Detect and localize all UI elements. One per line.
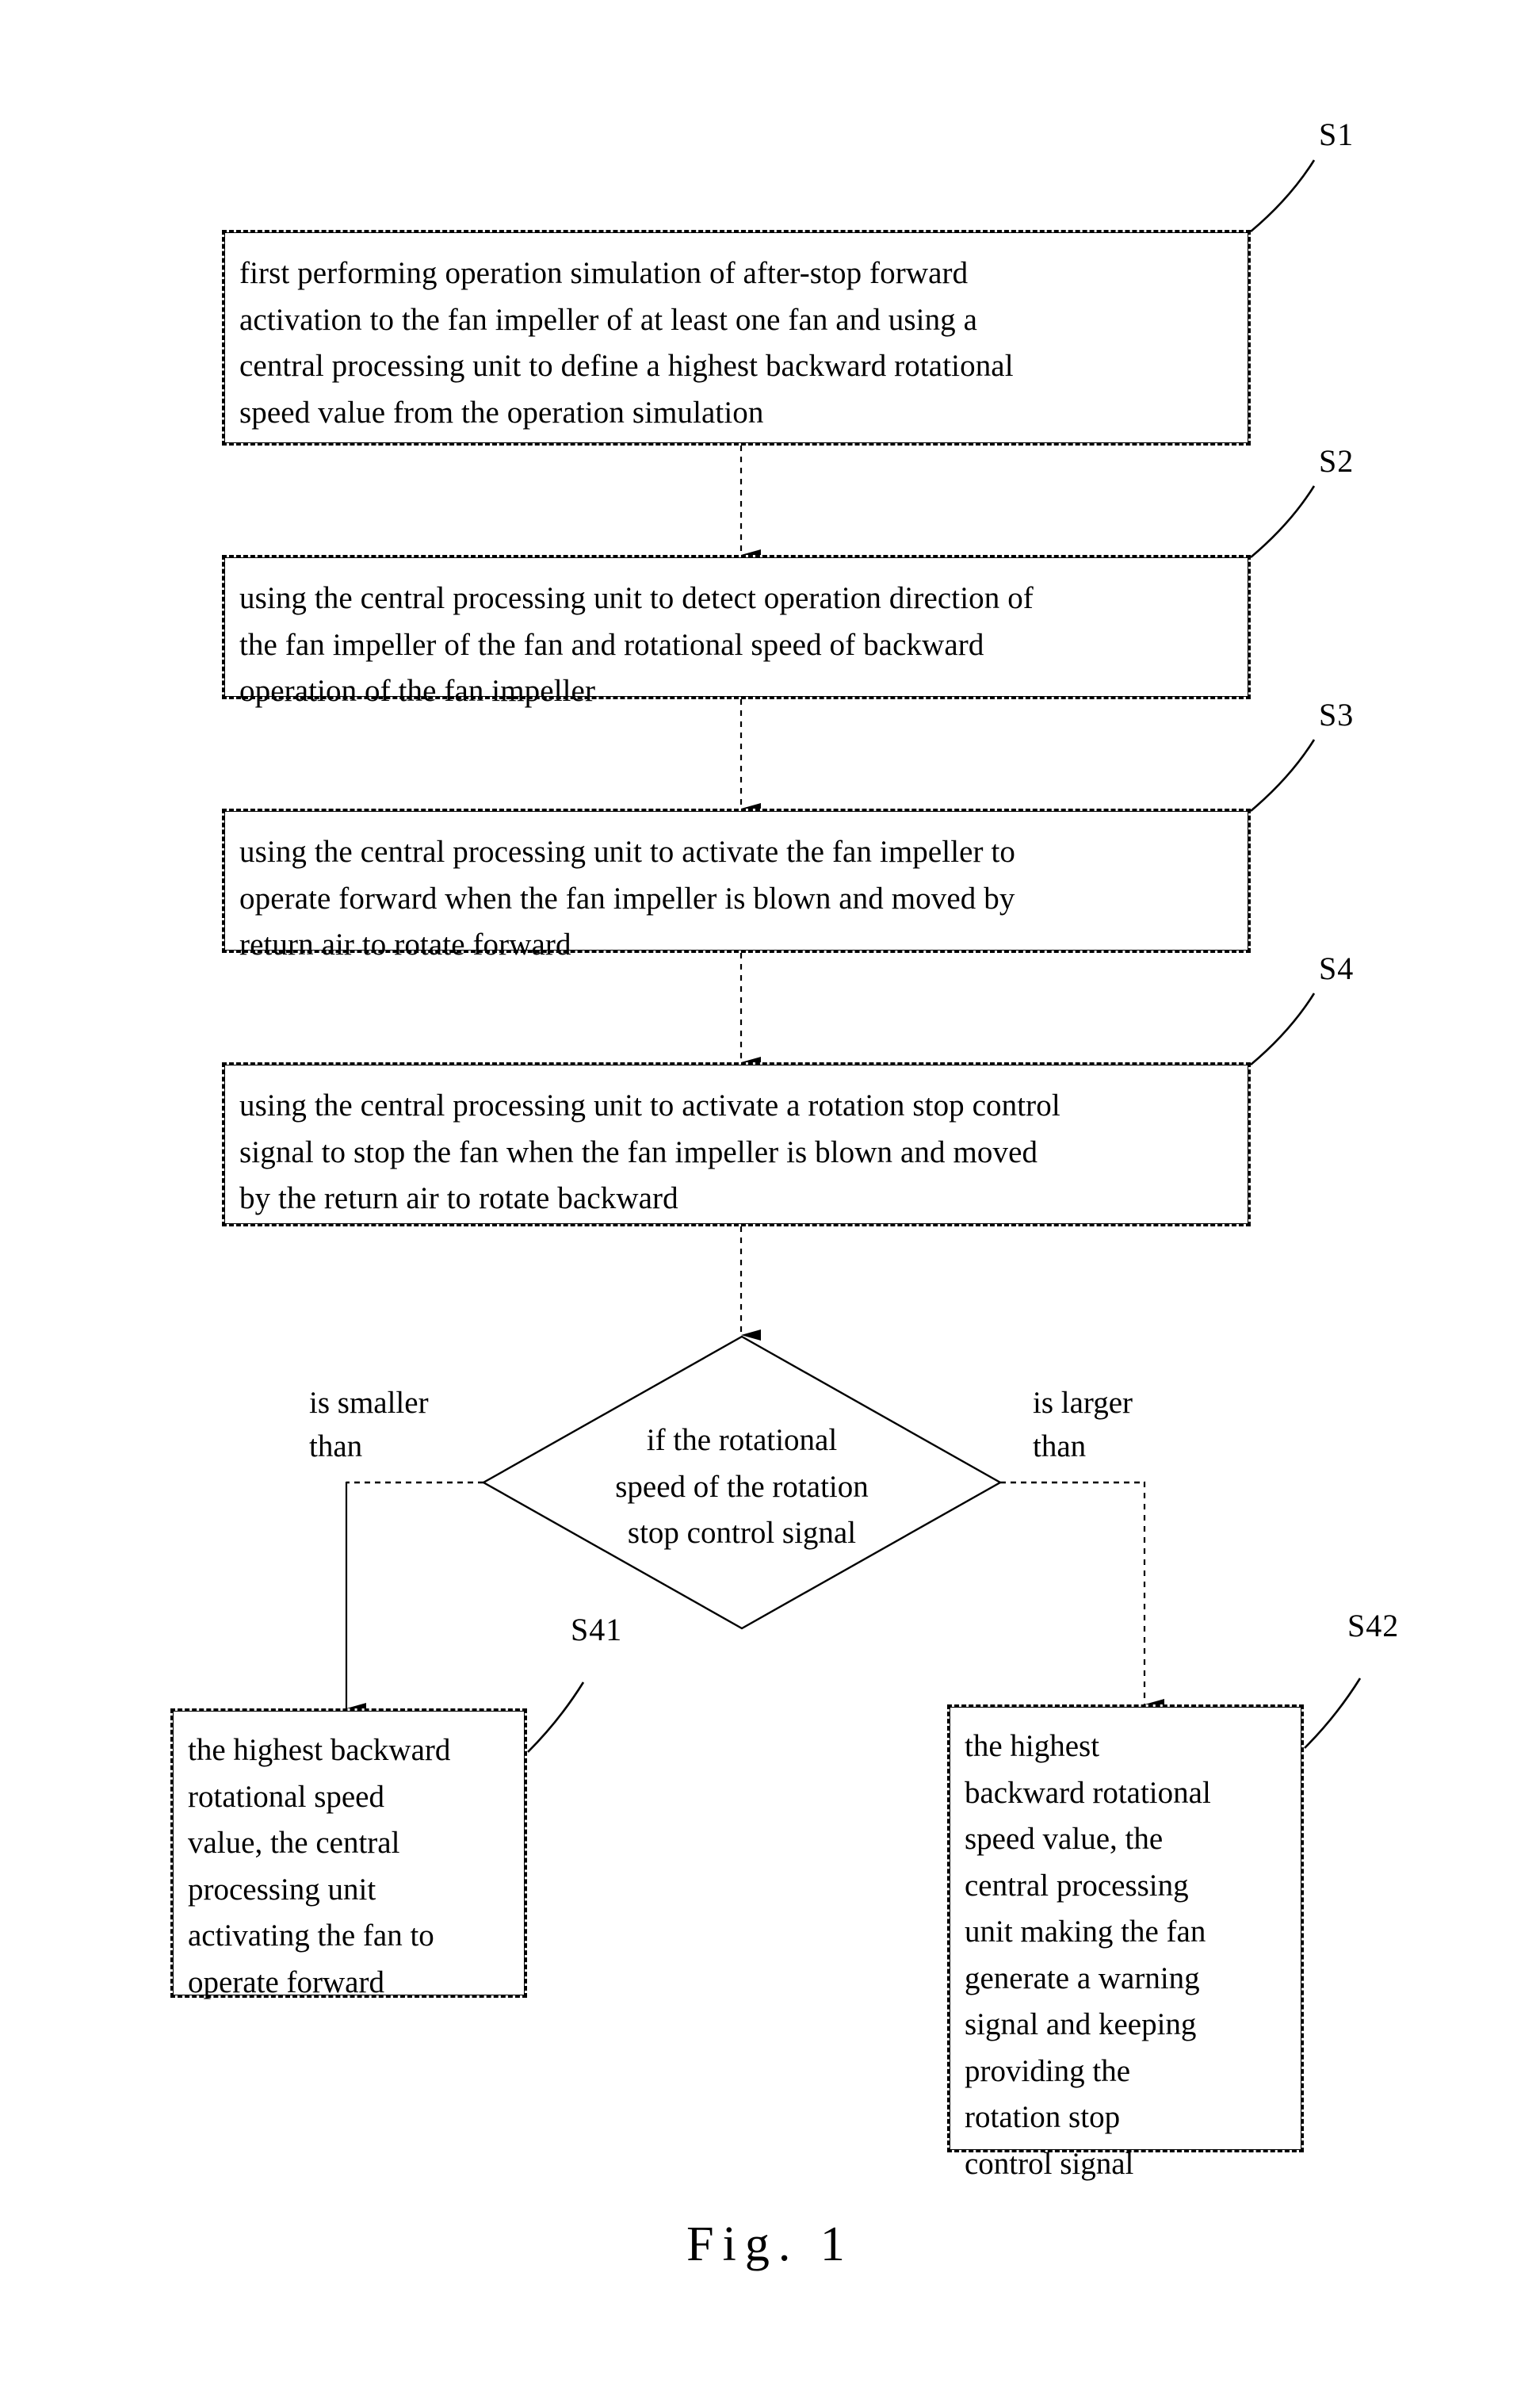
outcome-box-s42: the highest backward rotational speed va… — [947, 1704, 1304, 2181]
branch-label-larger-than: is larger than — [1033, 1386, 1133, 1464]
process-box-s1-inner: first performing operation simulation of… — [224, 232, 1248, 443]
figure-page: S1 S2 S3 S4 S41 S42 first performing ope… — [0, 0, 1540, 2391]
leader-line-s42 — [1304, 1678, 1362, 1749]
decision-node: if the rotational speed of the rotation … — [482, 1335, 1002, 1630]
process-box-s4-text: using the central processing unit to act… — [239, 1088, 1060, 1215]
outcome-box-s41-text: the highest backward rotational speed va… — [188, 1733, 451, 1999]
leader-line-s2 — [1250, 485, 1316, 558]
process-box-s2-text: using the central processing unit to det… — [239, 581, 1034, 708]
leader-line-s41 — [527, 1681, 585, 1753]
process-box-s4: using the central processing unit to act… — [222, 1062, 1251, 1226]
process-box-s2: using the central processing unit to det… — [222, 555, 1251, 708]
step-tag-s42: S42 — [1347, 1608, 1400, 1643]
leader-line-s1 — [1250, 159, 1316, 232]
leader-line-s4 — [1250, 993, 1316, 1065]
process-box-s4-inner: using the central processing unit to act… — [224, 1065, 1248, 1224]
process-box-s1: first performing operation simulation of… — [222, 230, 1251, 446]
decision-node-text: if the rotational speed of the rotation … — [615, 1423, 869, 1550]
process-box-s3: using the central processing unit to act… — [222, 809, 1251, 962]
step-tag-s1: S1 — [1319, 117, 1355, 152]
step-tag-s3: S3 — [1319, 697, 1355, 733]
step-tag-s2: S2 — [1319, 443, 1355, 479]
outcome-box-s42-text: the highest backward rotational speed va… — [965, 1729, 1211, 2181]
figure-caption: Fig. 1 — [686, 2217, 854, 2271]
outcome-box-s42-inner: the highest backward rotational speed va… — [950, 1707, 1301, 2181]
process-box-s2-inner: using the central processing unit to det… — [224, 557, 1248, 708]
leader-line-s3 — [1250, 739, 1316, 812]
process-box-s1-text: first performing operation simulation of… — [239, 256, 1014, 430]
process-box-s3-inner: using the central processing unit to act… — [224, 811, 1248, 962]
process-box-s3-text: using the central processing unit to act… — [239, 835, 1016, 962]
branch-label-smaller-than: is smaller than — [309, 1386, 429, 1464]
outcome-box-s41: the highest backward rotational speed va… — [170, 1708, 527, 1999]
step-tag-s4: S4 — [1319, 951, 1355, 986]
outcome-box-s41-inner: the highest backward rotational speed va… — [173, 1711, 525, 1999]
